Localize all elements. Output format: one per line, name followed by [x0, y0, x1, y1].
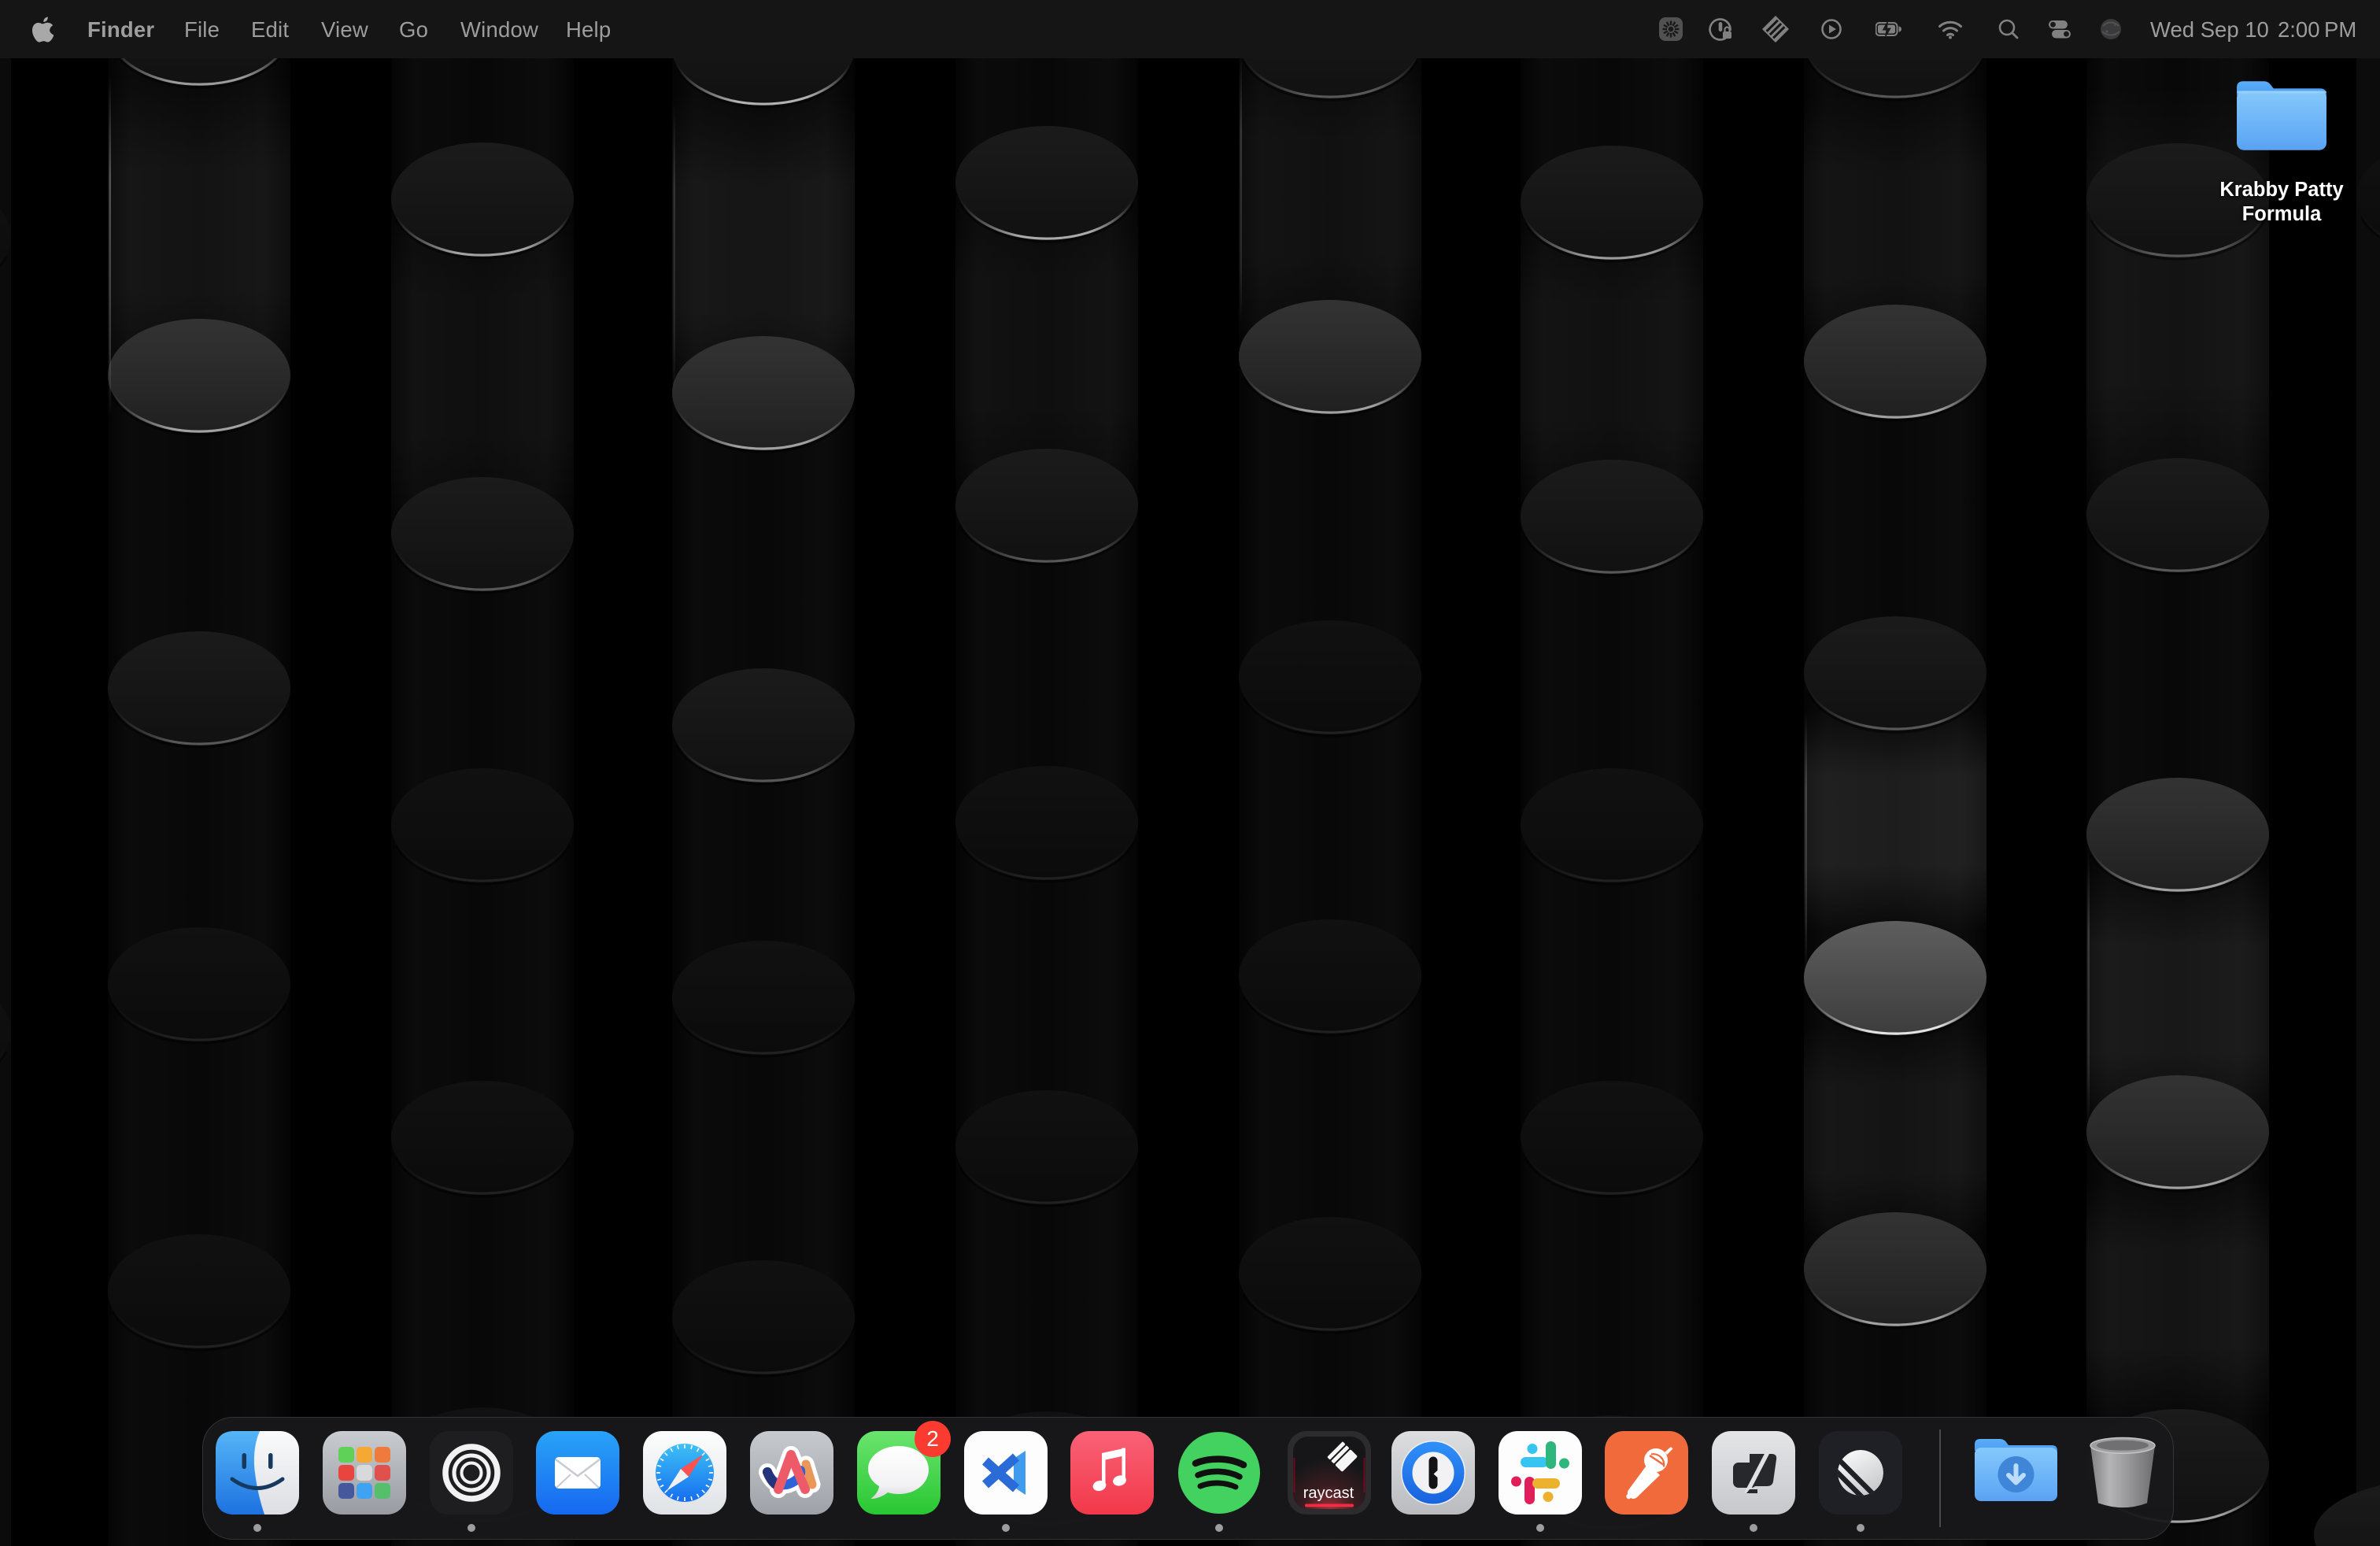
svg-text:raycast: raycast	[1303, 1485, 1354, 1502]
